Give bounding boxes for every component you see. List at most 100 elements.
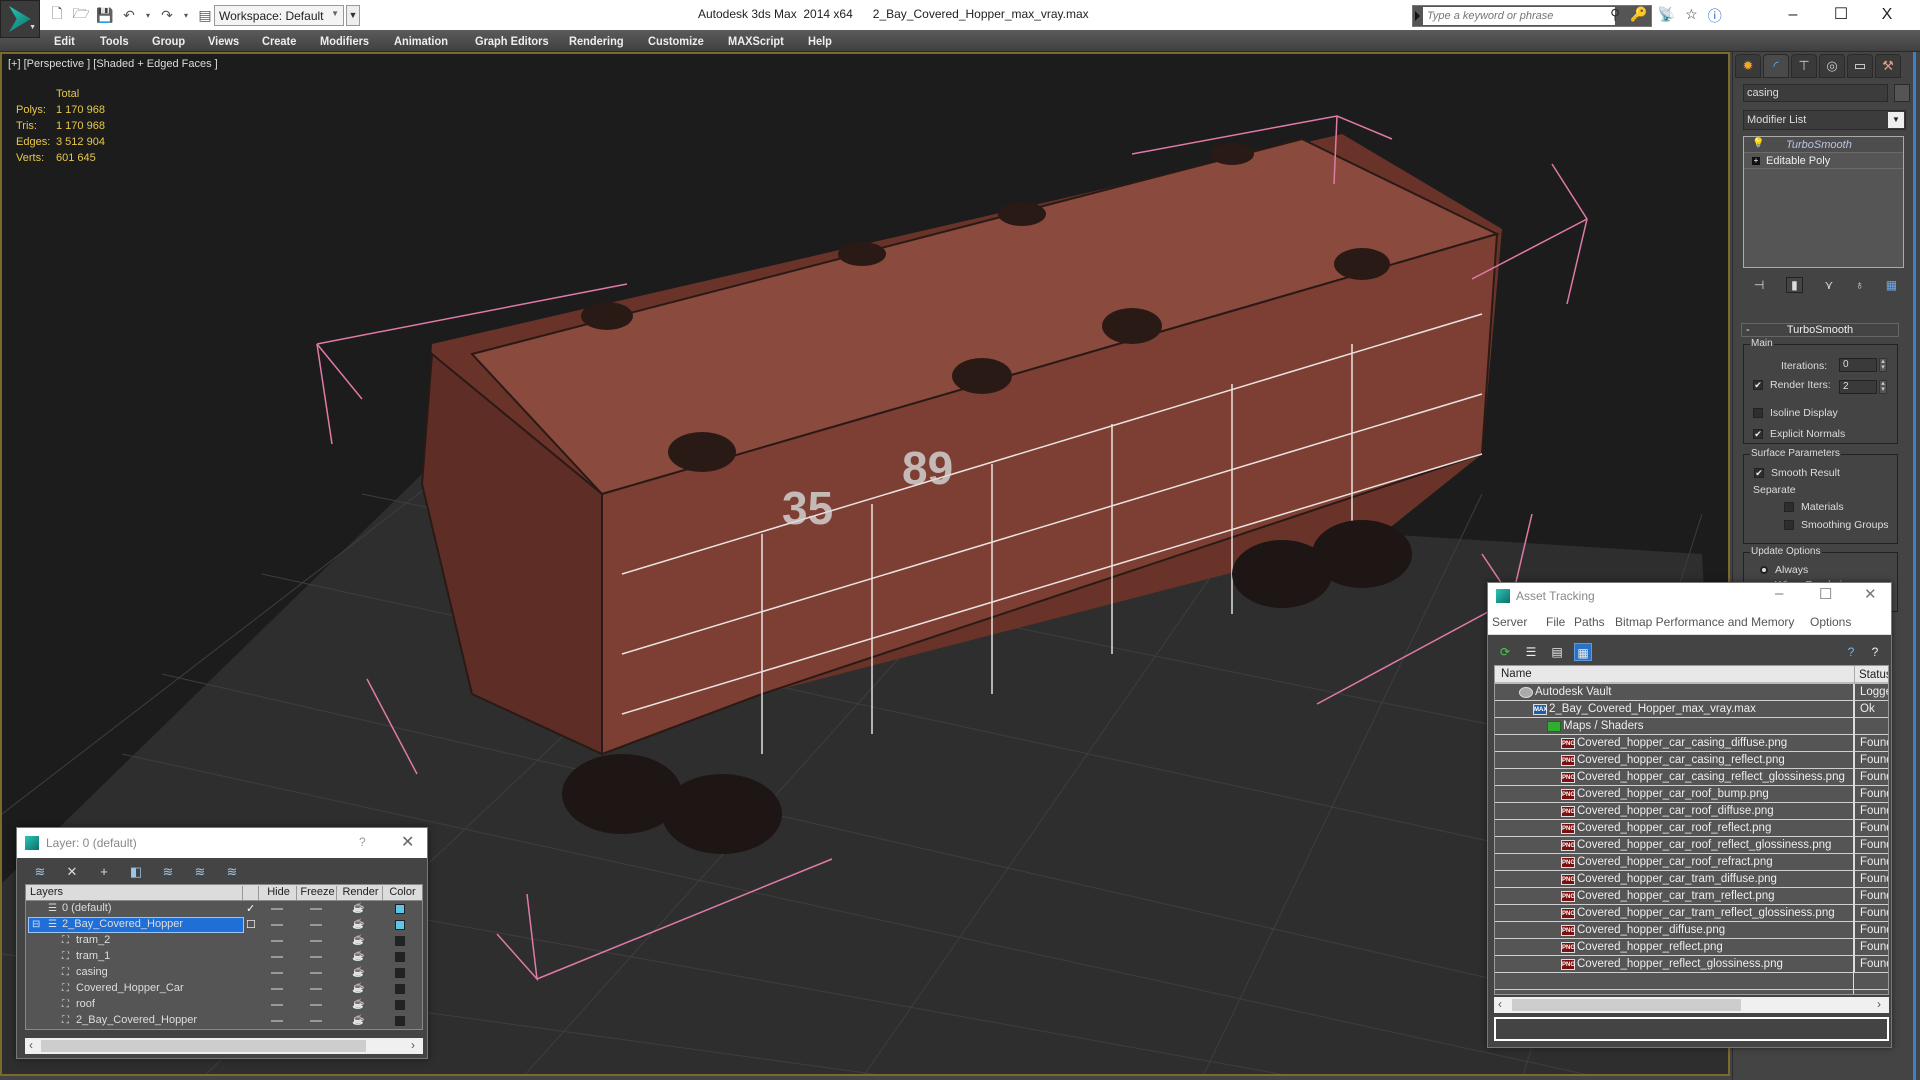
open-file-icon[interactable]: 🗁 [72,5,90,24]
object-color-swatch[interactable] [1894,84,1910,102]
modify-tab[interactable]: ◜ [1763,54,1789,78]
asset-row[interactable]: PNG Covered_hopper_car_roof_reflect_gloss… [1495,837,1888,854]
isoline-display-checkbox[interactable] [1753,408,1763,418]
smooth-result-checkbox[interactable]: ✔ [1754,468,1764,478]
always-radio[interactable] [1760,566,1768,574]
asset-row[interactable]: PNG Covered_hopper_car_casing_reflect.png… [1495,752,1888,769]
layer-name[interactable]: 2_Bay_Covered_Hopper [62,918,183,930]
asset-row[interactable]: PNG Covered_hopper_car_casing_reflect_glo… [1495,769,1888,786]
delete-layer-icon[interactable]: ✕ [63,864,81,880]
asset-row[interactable]: Autodesk Vault Logge [1495,684,1888,701]
layer-row[interactable]: ⛶ roof ☕ [26,997,422,1013]
hide-toggle[interactable] [271,972,283,974]
render-teapot-icon[interactable]: ☕ [352,919,364,930]
expand-plus-icon[interactable]: + [1752,156,1760,165]
scrollbar-thumb[interactable] [41,1040,366,1052]
layer-row[interactable]: ⛶ tram_2 ☕ [26,933,422,949]
highlight-layer-icon[interactable]: ≋ [191,864,209,880]
column-current[interactable] [242,886,258,900]
layer-color-swatch[interactable] [395,1000,405,1010]
hide-toggle[interactable] [271,956,283,958]
layer-name[interactable]: 2_Bay_Covered_Hopper [76,1014,197,1026]
new-file-icon[interactable]: 🗋 [48,5,66,24]
layer-color-swatch[interactable] [395,1016,405,1026]
undo-dropdown-icon[interactable]: ▾ [144,6,152,24]
close-button[interactable]: ✕ [1864,585,1877,603]
layer-row[interactable]: ⛶ 2_Bay_Covered_Hopper ☕ [26,1013,422,1029]
help-online-icon[interactable]: ? [1842,643,1860,661]
layer-name[interactable]: 0 (default) [62,902,112,914]
column-render[interactable]: Render [336,886,382,900]
hide-toggle[interactable] [271,1004,283,1006]
iterations-spinner-arrows[interactable]: ▴ ▾ [1879,358,1887,372]
asset-row[interactable]: PNG Covered_hopper_car_roof_reflect.png Fo… [1495,820,1888,837]
explicit-normals-checkbox[interactable]: ✔ [1753,429,1763,439]
menu-customize[interactable]: Customize [648,34,704,48]
menu-help[interactable]: Help [808,34,832,48]
column-layers[interactable]: Layers [26,886,63,900]
scroll-left-icon[interactable]: ‹ [1498,997,1502,1011]
scroll-right-icon[interactable]: › [1877,997,1881,1011]
object-name-field[interactable]: casing [1743,84,1888,102]
show-end-result-icon[interactable]: ▮ [1786,277,1803,293]
create-tab[interactable]: ✹ [1735,54,1761,78]
undo-icon[interactable]: ↶ [120,6,138,24]
freeze-toggle[interactable] [310,1020,322,1022]
help-button[interactable]: ? [359,835,366,849]
asset-row[interactable]: PNG Covered_hopper_car_tram_diffuse.png Fo… [1495,871,1888,888]
motion-tab[interactable]: ◎ [1819,54,1845,78]
menu-animation[interactable]: Animation [394,34,448,48]
asset-row[interactable]: Maps / Shaders [1495,718,1888,735]
maximize-button[interactable]: ☐ [1826,4,1856,26]
layer-row[interactable]: ⛶ Covered_Hopper_Car ☕ [26,981,422,997]
configure-sets-icon[interactable]: ▦ [1886,278,1897,292]
render-iters-checkbox[interactable]: ✔ [1753,380,1763,390]
close-button[interactable]: X [1872,4,1902,26]
refresh-icon[interactable]: ⟳ [1496,643,1514,661]
render-teapot-icon[interactable]: ☕ [352,983,364,994]
menu-modifiers[interactable]: Modifiers [320,34,369,48]
satellite-icon[interactable]: 📡 [1658,6,1675,26]
layer-row[interactable]: ⊟ ☰ 2_Bay_Covered_Hopper ☐ ☕ [26,917,422,933]
layer-name[interactable]: tram_2 [76,934,110,946]
column-color[interactable]: Color [382,886,420,900]
viewport-label[interactable]: [+] [Perspective ] [Shaded + Edged Faces… [8,58,218,70]
close-button[interactable]: ✕ [401,832,414,852]
hide-all-layers-icon[interactable]: ≋ [223,864,241,880]
turbosmooth-rollout-header[interactable]: - TurboSmooth [1741,323,1899,337]
layer-row[interactable]: ⛶ tram_1 ☕ [26,949,422,965]
make-unique-icon[interactable]: ⋎ [1824,278,1833,292]
asset-row[interactable]: MAX 2_Bay_Covered_Hopper_max_vray.max Ok [1495,701,1888,718]
menu-tools[interactable]: Tools [100,34,129,48]
scroll-left-icon[interactable]: ‹ [29,1038,33,1052]
layer-color-swatch[interactable] [395,936,405,946]
hide-toggle[interactable] [271,924,283,926]
display-tab[interactable]: ▭ [1847,54,1873,78]
utilities-tab[interactable]: ⚒ [1875,54,1901,78]
asset-row[interactable]: PNG Covered_hopper_car_roof_refract.png Fo… [1495,854,1888,871]
search-input[interactable] [1423,7,1615,25]
layer-row[interactable]: ⛶ casing ☕ [26,965,422,981]
layer-row[interactable]: ☰ 0 (default) ✓ ☕ [26,901,422,917]
maximize-button[interactable]: ☐ [1819,585,1832,603]
application-button[interactable]: ▼ [0,0,40,38]
column-hide[interactable]: Hide [258,886,296,900]
select-objects-icon[interactable]: ◧ [127,864,145,880]
remove-modifier-icon[interactable]: ♁ [1855,278,1864,292]
layer-name[interactable]: tram_1 [76,950,110,962]
menu-file[interactable]: File [1546,615,1565,629]
menu-edit[interactable]: Edit [54,34,75,48]
hierarchy-tab[interactable]: ⊤ [1791,54,1817,78]
layer-name[interactable]: casing [76,966,108,978]
modifier-list-dropdown[interactable]: Modifier List ▼ [1743,110,1906,130]
current-layer-indicator[interactable]: ☐ [246,918,256,931]
menu-bitmap-performance[interactable]: Bitmap Performance and Memory [1615,615,1794,629]
asset-row[interactable]: PNGCovered_hopper_reflect.png Found [1495,939,1888,956]
menu-options[interactable]: Options [1810,615,1851,629]
materials-checkbox[interactable] [1784,502,1794,512]
asset-row[interactable]: PNG Covered_hopper_car_casing_diffuse.png… [1495,735,1888,752]
select-layer-icon[interactable]: ≋ [159,864,177,880]
star-icon[interactable]: ☆ [1685,6,1698,26]
menu-create[interactable]: Create [262,34,296,48]
layer-color-swatch[interactable] [395,920,405,930]
